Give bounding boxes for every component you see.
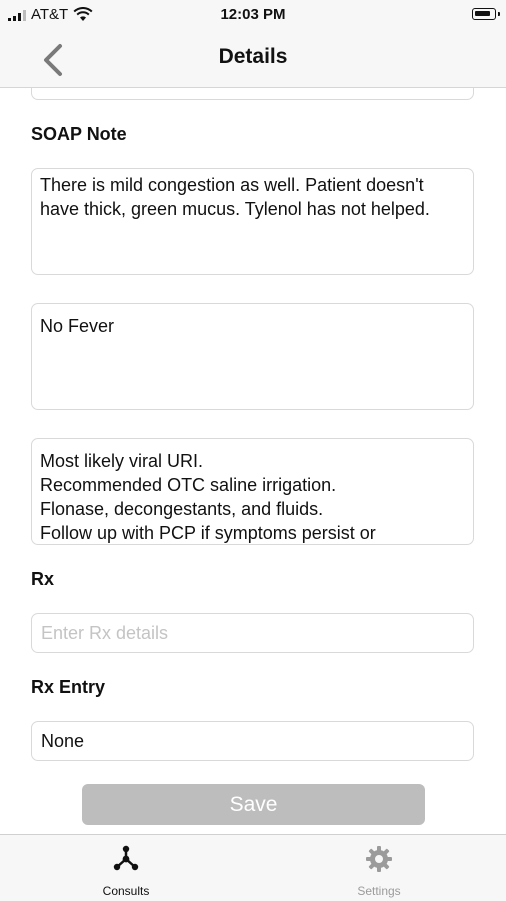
- tab-consults-label: Consults: [102, 884, 150, 898]
- consults-icon: [113, 845, 139, 871]
- rx-entry-field[interactable]: None: [31, 721, 474, 761]
- soap-note-heading: SOAP Note: [31, 124, 127, 144]
- navigation-bar: Details: [0, 32, 506, 88]
- tab-settings-label: Settings: [357, 884, 401, 898]
- rx-details-input[interactable]: Enter Rx details: [31, 613, 474, 653]
- rx-heading: Rx: [31, 569, 55, 589]
- details-content[interactable]: SOAP Note There is mild congestion as we…: [0, 88, 506, 834]
- soap-plan-field[interactable]: Most likely viral URI. Recommended OTC s…: [31, 438, 474, 545]
- tab-consults[interactable]: Consults: [56, 835, 196, 901]
- previous-field[interactable]: [31, 88, 474, 100]
- tab-settings[interactable]: Settings: [309, 835, 449, 901]
- rx-entry-heading: Rx Entry: [31, 677, 106, 697]
- soap-objective-field[interactable]: No Fever: [31, 303, 474, 410]
- battery-icon: [472, 8, 500, 20]
- soap-subjective-field[interactable]: There is mild congestion as well. Patien…: [31, 168, 474, 275]
- save-button[interactable]: Save: [82, 784, 425, 825]
- status-bar: AT&T 12:03 PM: [0, 0, 506, 32]
- page-title: Details: [218, 45, 288, 68]
- tab-bar: Consults Settings: [0, 834, 506, 901]
- gear-icon: [366, 846, 392, 872]
- status-time: 12:03 PM: [220, 6, 286, 23]
